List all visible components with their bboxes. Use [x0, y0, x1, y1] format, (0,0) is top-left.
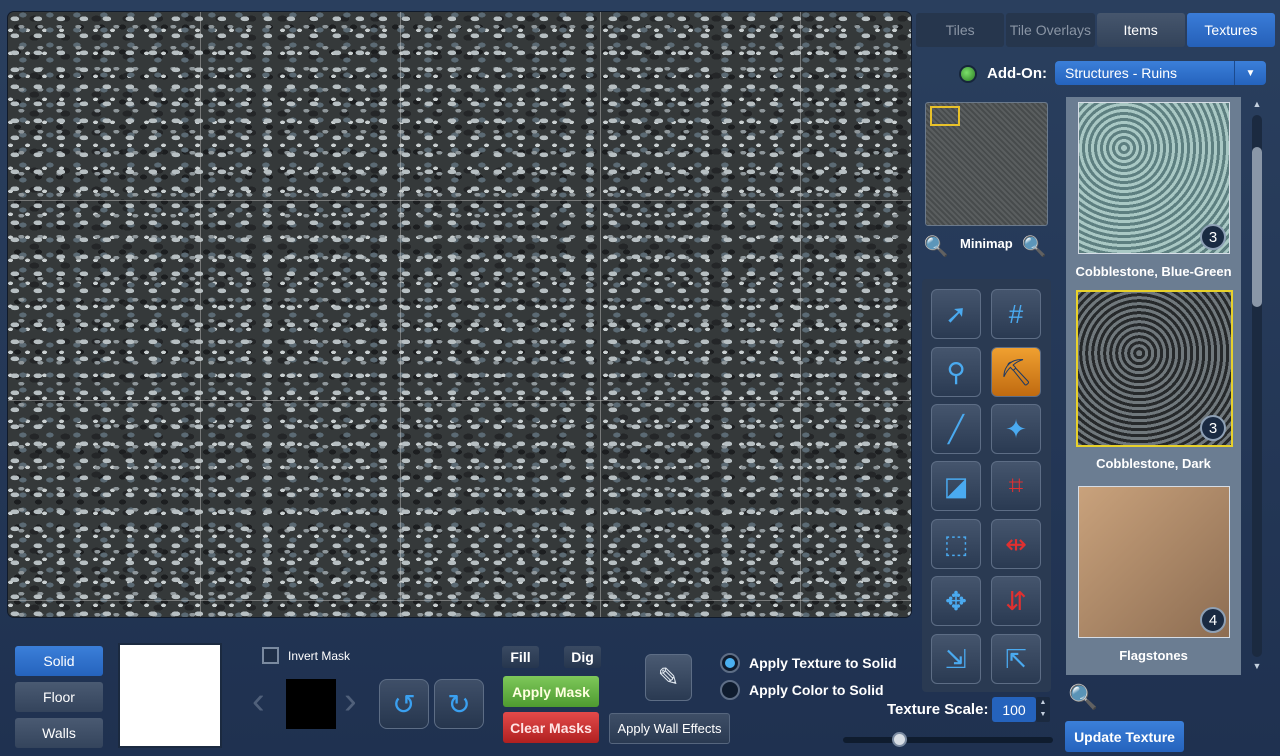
tab-textures[interactable]: Textures	[1186, 13, 1275, 47]
grid-line	[400, 12, 401, 617]
mask-swatch[interactable]	[286, 679, 336, 729]
apply-wall-effects-button[interactable]: Apply Wall Effects	[609, 713, 730, 744]
minimap-label: Minimap	[960, 236, 1013, 251]
texture-scale-slider[interactable]	[843, 737, 1053, 743]
invert-mask-label: Invert Mask	[288, 649, 351, 663]
zoom-out-icon[interactable]: 🔍	[922, 232, 950, 260]
wall-grid-icon[interactable]: ⌗	[991, 461, 1041, 511]
paint-bucket-icon[interactable]: ◪	[931, 461, 981, 511]
grid-line	[8, 400, 911, 401]
addon-label: Add-On:	[987, 65, 1047, 82]
chevron-left-icon[interactable]: ‹	[252, 682, 265, 720]
texture-list[interactable]: 3 Cobblestone, Blue-Green 3 Cobblestone,…	[1066, 97, 1241, 675]
excavator-tool-icon[interactable]: ⛏	[991, 347, 1041, 397]
addon-selected-value: Structures - Ruins	[1065, 65, 1178, 81]
texture-count-badge: 4	[1200, 607, 1226, 633]
scroll-up-icon[interactable]: ▲	[1250, 99, 1264, 109]
minimap-panel: 🔍 Minimap 🔍	[922, 98, 1052, 268]
fill-button[interactable]: Fill	[502, 646, 539, 668]
texture-scale-input[interactable]: 100	[992, 697, 1036, 722]
apply-color-radio[interactable]	[720, 680, 740, 700]
dig-button[interactable]: Dig	[564, 646, 601, 668]
texture-count-badge: 3	[1200, 415, 1226, 441]
zoom-in-icon[interactable]: 🔍	[1020, 232, 1048, 260]
update-texture-button[interactable]: Update Texture	[1065, 721, 1184, 752]
brush-tool-icon[interactable]: ╱	[931, 404, 981, 454]
magic-wand-icon[interactable]: ✦	[991, 404, 1041, 454]
addon-select[interactable]: Structures - Ruins ▼	[1055, 61, 1266, 85]
scroll-down-icon[interactable]: ▼	[1250, 661, 1264, 671]
slider-knob[interactable]	[892, 732, 907, 747]
apply-texture-radio[interactable]	[720, 653, 740, 673]
solid-button[interactable]: Solid	[15, 646, 103, 676]
import-icon[interactable]: ⇲	[931, 634, 981, 684]
flip-vertical-icon[interactable]: ⇵	[991, 576, 1041, 626]
export-icon[interactable]: ⇱	[991, 634, 1041, 684]
grid-tool-icon[interactable]: #	[991, 289, 1041, 339]
floor-button[interactable]: Floor	[15, 682, 103, 712]
flip-horizontal-icon[interactable]: ⇹	[991, 519, 1041, 569]
texture-scale-label: Texture Scale:	[887, 701, 989, 718]
clear-masks-button[interactable]: Clear Masks	[503, 712, 599, 743]
minimap-viewport[interactable]	[930, 106, 960, 126]
tab-tile-overlays[interactable]: Tile Overlays	[1006, 13, 1095, 47]
texture-name: Cobblestone, Blue-Green	[1075, 264, 1232, 279]
redo-icon[interactable]: ↻	[434, 679, 484, 729]
addon-status-indicator	[961, 67, 975, 81]
texture-scrollbar[interactable]: ▲ ▼	[1250, 97, 1264, 675]
tab-tiles[interactable]: Tiles	[916, 13, 1005, 47]
undo-icon[interactable]: ↺	[379, 679, 429, 729]
apply-texture-label: Apply Texture to Solid	[749, 655, 897, 671]
select-tool-icon[interactable]: ➚	[931, 289, 981, 339]
move-tool-icon[interactable]: ✥	[931, 576, 981, 626]
grid-line	[8, 200, 911, 201]
apply-color-label: Apply Color to Solid	[749, 682, 884, 698]
texture-count-badge: 3	[1200, 224, 1226, 250]
invert-mask-checkbox[interactable]	[262, 647, 279, 664]
chevron-down-icon: ▼	[1234, 61, 1266, 85]
grid-line	[200, 12, 201, 617]
search-icon[interactable]: 🔍	[1066, 680, 1100, 714]
tab-items[interactable]: Items	[1096, 13, 1185, 47]
texture-name: Cobblestone, Dark	[1096, 456, 1211, 471]
texture-name: Flagstones	[1119, 648, 1188, 663]
walls-button[interactable]: Walls	[15, 718, 103, 748]
grid-line	[8, 600, 911, 601]
rect-select-icon[interactable]: ⬚	[931, 519, 981, 569]
chevron-right-icon[interactable]: ›	[344, 682, 357, 720]
stamp-tool-icon[interactable]: ⚲	[931, 347, 981, 397]
grid-line	[600, 12, 601, 617]
scroll-thumb[interactable]	[1252, 147, 1262, 307]
minimap[interactable]	[925, 102, 1048, 226]
apply-mask-button[interactable]: Apply Mask	[503, 676, 599, 707]
color-swatch[interactable]	[118, 643, 222, 748]
panel-tabs: Tiles Tile Overlays Items Textures	[916, 13, 1275, 47]
tool-palette: ➚ # ⚲ ⛏ ╱ ✦ ◪ ⌗ ⬚ ⇹ ✥ ⇵ ⇲ ⇱	[922, 279, 1051, 692]
eyedropper-icon[interactable]: ✎	[645, 654, 692, 701]
grid-line	[800, 12, 801, 617]
texture-canvas[interactable]	[8, 12, 911, 617]
scale-stepper[interactable]: ▲ ▼	[1036, 697, 1050, 722]
